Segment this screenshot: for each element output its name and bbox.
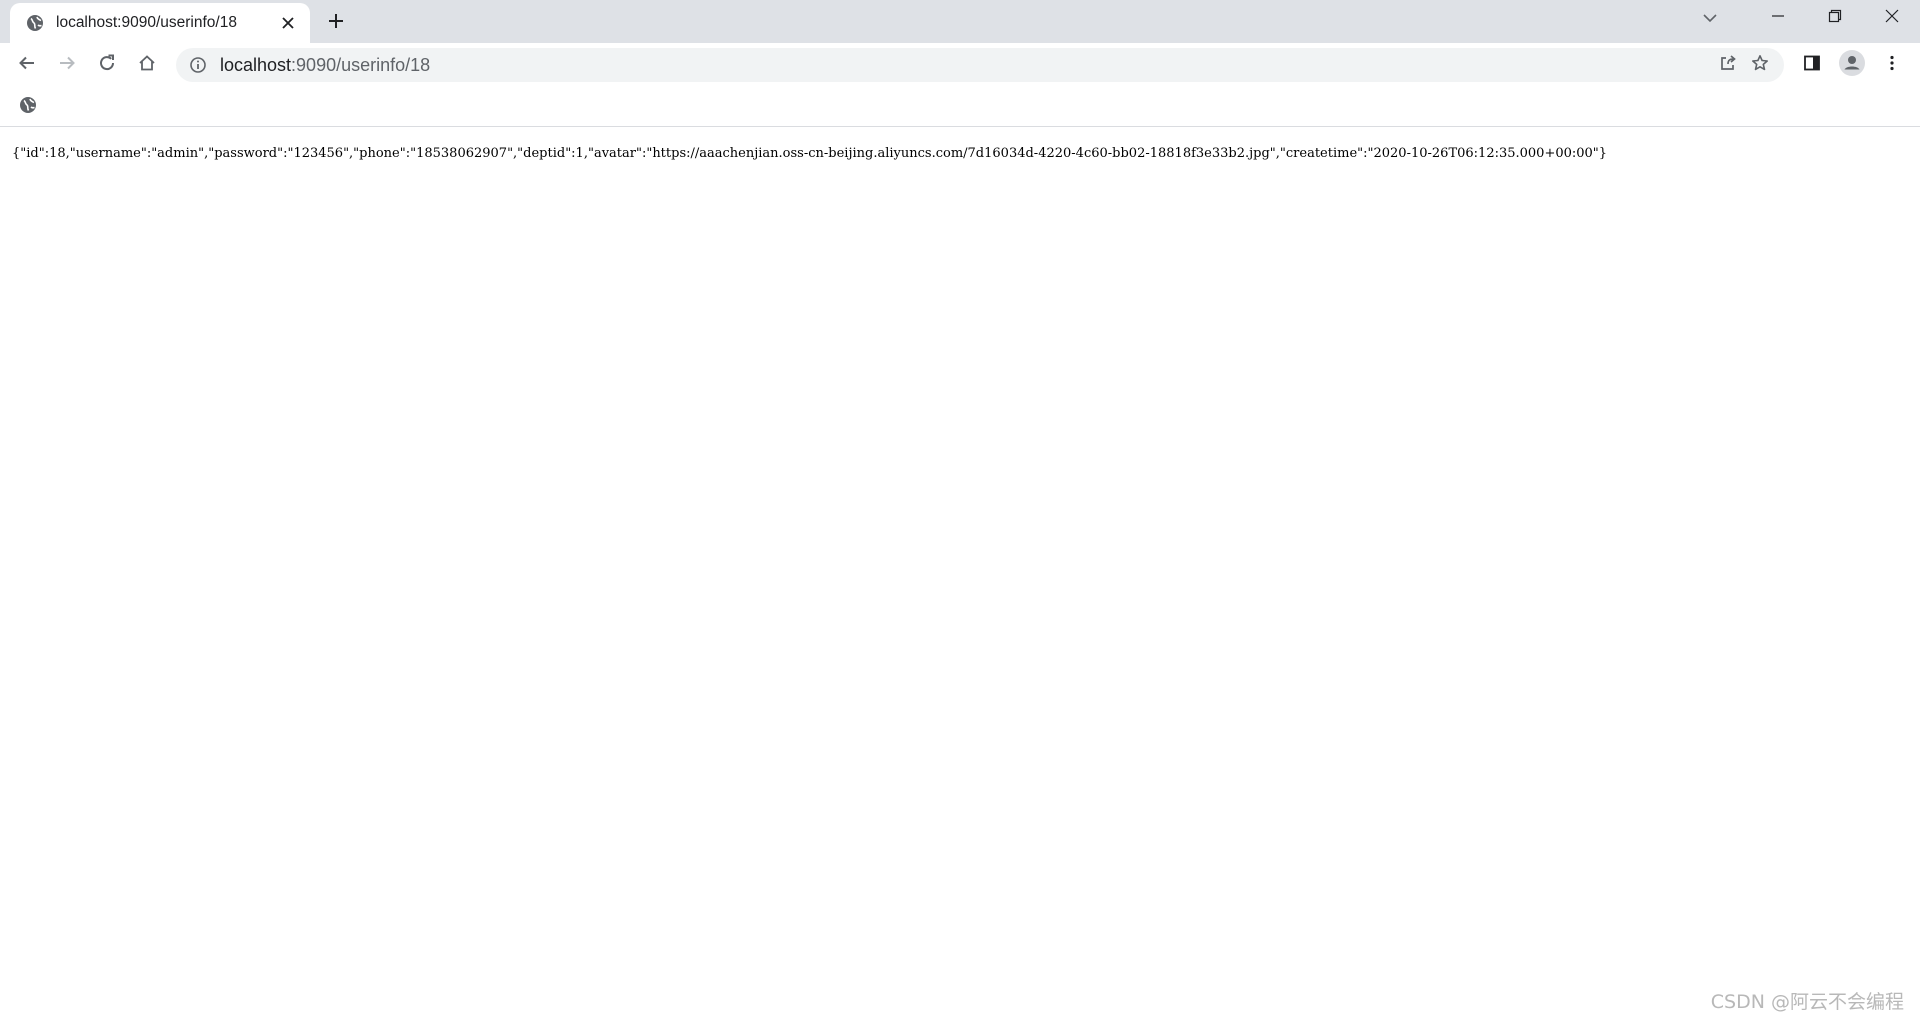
star-icon bbox=[1751, 54, 1769, 77]
arrow-left-icon bbox=[18, 54, 36, 77]
minimize-button[interactable] bbox=[1749, 0, 1806, 36]
tab-search-button[interactable] bbox=[1690, 4, 1730, 36]
restore-icon bbox=[1828, 9, 1842, 28]
chevron-down-icon bbox=[1702, 10, 1718, 31]
side-panel-button[interactable] bbox=[1796, 49, 1828, 81]
share-button[interactable] bbox=[1712, 49, 1744, 81]
window-controls bbox=[1749, 0, 1920, 40]
globe-icon bbox=[26, 14, 44, 32]
home-button[interactable] bbox=[131, 49, 163, 81]
home-icon bbox=[138, 54, 156, 77]
profile-button[interactable] bbox=[1836, 49, 1868, 81]
url-path: :9090/userinfo/18 bbox=[291, 54, 431, 75]
close-window-button[interactable] bbox=[1863, 0, 1920, 36]
profile-icon bbox=[1839, 49, 1865, 81]
close-icon[interactable] bbox=[276, 11, 300, 35]
bookmarks-bar bbox=[0, 87, 1920, 127]
close-icon bbox=[1885, 9, 1899, 28]
reload-button[interactable] bbox=[91, 49, 123, 81]
reload-icon bbox=[98, 54, 116, 77]
csdn-watermark: CSDN @阿云不会编程 bbox=[1710, 991, 1904, 1013]
restore-button[interactable] bbox=[1806, 0, 1863, 36]
globe-icon bbox=[19, 96, 37, 119]
toolbar: localhost:9090/userinfo/18 bbox=[0, 43, 1920, 87]
share-icon bbox=[1719, 54, 1737, 77]
back-button[interactable] bbox=[11, 49, 43, 81]
minimize-icon bbox=[1771, 9, 1785, 28]
url-text[interactable]: localhost:9090/userinfo/18 bbox=[220, 55, 1712, 76]
info-icon[interactable] bbox=[188, 55, 208, 75]
kebab-menu-icon bbox=[1883, 54, 1901, 77]
browser-window: localhost:9090/userinfo/18 localhost:909… bbox=[0, 0, 1920, 1030]
bookmark-item[interactable] bbox=[16, 95, 40, 119]
forward-button[interactable] bbox=[51, 49, 83, 81]
active-tab[interactable]: localhost:9090/userinfo/18 bbox=[10, 3, 310, 43]
new-tab-button[interactable] bbox=[322, 9, 350, 37]
address-bar[interactable]: localhost:9090/userinfo/18 bbox=[176, 48, 1784, 82]
menu-button[interactable] bbox=[1876, 49, 1908, 81]
json-response-text: {"id":18,"username":"admin","password":"… bbox=[12, 146, 1608, 161]
page-content: {"id":18,"username":"admin","password":"… bbox=[0, 128, 1920, 1030]
side-panel-icon bbox=[1803, 54, 1821, 77]
plus-icon bbox=[327, 12, 345, 35]
url-host: localhost bbox=[220, 54, 292, 75]
tab-strip: localhost:9090/userinfo/18 bbox=[0, 0, 1920, 43]
bookmark-star-button[interactable] bbox=[1744, 49, 1776, 81]
arrow-right-icon bbox=[58, 54, 76, 77]
tab-title: localhost:9090/userinfo/18 bbox=[56, 14, 237, 31]
